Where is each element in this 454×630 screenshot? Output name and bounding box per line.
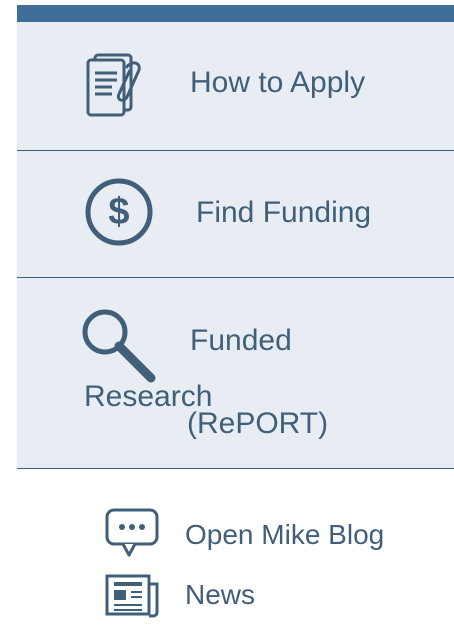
how-to-apply-label: How to Apply — [190, 66, 366, 99]
open-mike-blog-label: Open Mike Blog — [185, 519, 385, 550]
newspaper-icon — [105, 574, 159, 618]
open-mike-blog-link[interactable]: Open Mike Blog — [105, 508, 405, 558]
funded-research-report-button[interactable]: Funded Research (RePORT) — [17, 278, 454, 469]
svg-text:$: $ — [108, 191, 129, 233]
funded-label-line-1: Funded — [190, 324, 292, 357]
top-accent-bar — [17, 5, 454, 22]
find-funding-button[interactable]: $ Find Funding — [17, 151, 454, 278]
magnifier-icon — [82, 309, 156, 383]
dollar-circle-icon: $ — [85, 178, 153, 246]
news-link[interactable]: News — [105, 568, 285, 618]
how-to-apply-button[interactable]: How to Apply — [17, 22, 454, 151]
find-funding-label: Find Funding — [196, 196, 372, 229]
application-document-icon — [86, 53, 141, 117]
chat-bubble-icon — [105, 508, 159, 557]
news-label: News — [185, 579, 256, 610]
funded-label-line-3: (RePORT) — [187, 407, 329, 440]
